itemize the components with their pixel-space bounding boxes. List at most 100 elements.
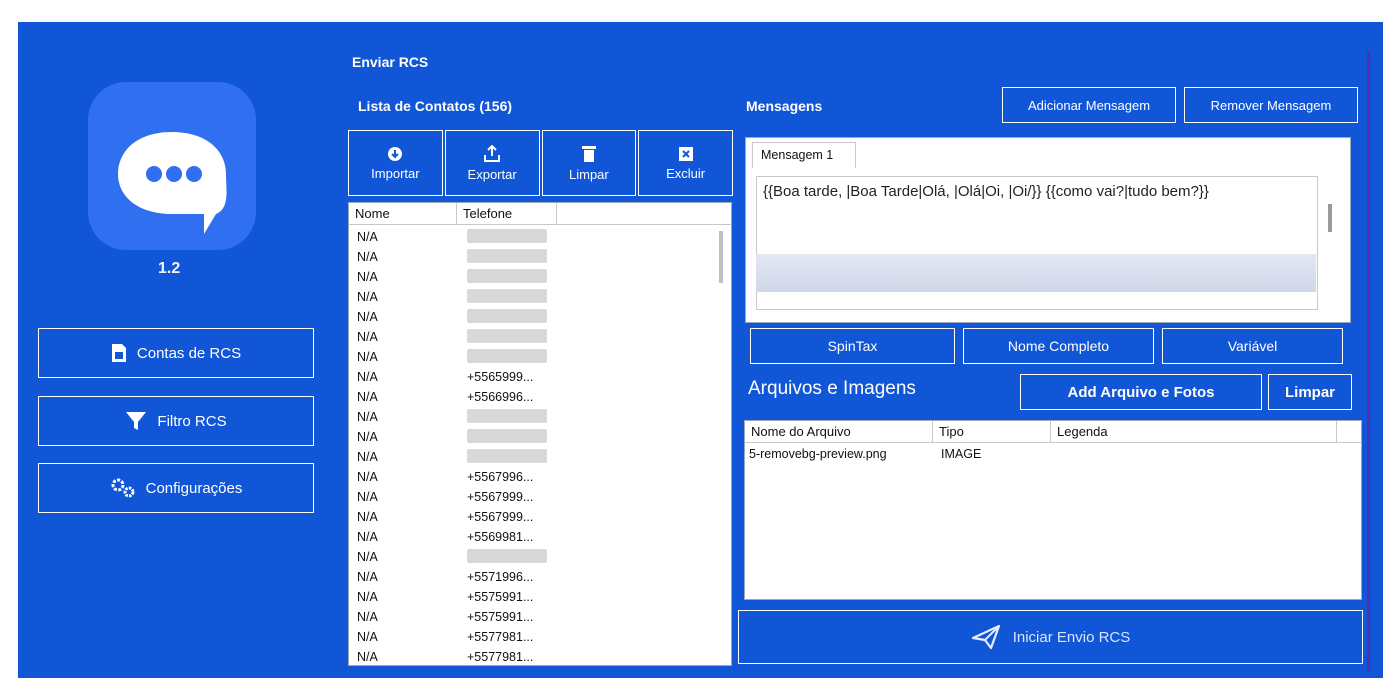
- table-row[interactable]: N/A: [349, 447, 711, 467]
- table-row[interactable]: N/A +5575991...: [349, 607, 711, 627]
- clear-contacts-button[interactable]: Limpar: [541, 130, 637, 196]
- message-selection-highlight: [756, 254, 1316, 292]
- table-row[interactable]: N/A +5569981...: [349, 527, 711, 547]
- contact-phone: +5567999...: [467, 490, 534, 504]
- column-header-telefone[interactable]: Telefone: [457, 203, 557, 224]
- export-button[interactable]: Exportar: [444, 130, 540, 196]
- sidebar-item-configuracoes[interactable]: Configurações: [38, 463, 314, 513]
- contacts-table[interactable]: Nome Telefone N/A N/A N/A N/A N/A N/A N/A N/A +5…: [348, 202, 732, 666]
- chat-bubble-icon: [118, 132, 227, 234]
- add-files-button[interactable]: Add Arquivo e Fotos: [1020, 374, 1262, 410]
- table-row[interactable]: N/A +5577981...: [349, 647, 711, 665]
- table-row[interactable]: N/A: [349, 227, 711, 247]
- app-logo: [88, 82, 256, 250]
- table-row[interactable]: N/A: [349, 327, 711, 347]
- table-row[interactable]: N/A: [349, 287, 711, 307]
- contact-name: N/A: [357, 330, 378, 344]
- table-row[interactable]: N/A +5567999...: [349, 507, 711, 527]
- clear-files-button[interactable]: Limpar: [1268, 374, 1352, 410]
- table-row[interactable]: N/A +5567996...: [349, 467, 711, 487]
- redacted-phone: [467, 408, 547, 423]
- contact-phone: +5575991...: [467, 590, 534, 604]
- contact-phone: +5565999...: [467, 370, 534, 384]
- start-sending-button[interactable]: Iniciar Envio RCS: [738, 610, 1363, 664]
- column-header-tipo[interactable]: Tipo: [933, 421, 1051, 442]
- table-row[interactable]: N/A: [349, 307, 711, 327]
- message-scrollbar[interactable]: [1328, 204, 1332, 232]
- file-name: 5-removebg-preview.png: [749, 447, 887, 461]
- contact-phone: [461, 328, 551, 346]
- table-row[interactable]: N/A +5571996...: [349, 567, 711, 587]
- delete-box-icon: [678, 146, 693, 161]
- table-row[interactable]: N/A +5575991...: [349, 587, 711, 607]
- sidebar-item-label: Filtro RCS: [157, 412, 227, 430]
- add-message-button[interactable]: Adicionar Mensagem: [1002, 87, 1176, 123]
- contact-phone: +5567996...: [467, 470, 534, 484]
- import-button[interactable]: Importar: [348, 130, 443, 196]
- remove-message-button[interactable]: Remover Mensagem: [1184, 87, 1358, 123]
- contact-phone: [461, 448, 551, 466]
- table-row[interactable]: N/A: [349, 347, 711, 367]
- redacted-phone: [467, 268, 547, 283]
- contact-phone: +5569981...: [467, 530, 534, 544]
- column-header-nome-arquivo[interactable]: Nome do Arquivo: [745, 421, 933, 442]
- full-name-button[interactable]: Nome Completo: [963, 328, 1154, 364]
- import-label: Importar: [371, 165, 420, 181]
- sidebar-item-contas-rcs[interactable]: Contas de RCS: [38, 328, 314, 378]
- app-version: 1.2: [158, 260, 181, 277]
- table-row[interactable]: N/A +5567999...: [349, 487, 711, 507]
- contact-phone: +5577981...: [467, 650, 534, 664]
- spintax-button[interactable]: SpinTax: [750, 328, 955, 364]
- redacted-phone: [467, 548, 547, 563]
- trash-icon: [581, 145, 596, 162]
- contact-name: N/A: [357, 410, 378, 424]
- contact-name: N/A: [357, 230, 378, 244]
- column-header-legenda[interactable]: Legenda: [1051, 421, 1337, 442]
- table-row[interactable]: N/A +5565999...: [349, 367, 711, 387]
- contact-phone: [461, 228, 551, 246]
- contact-name: N/A: [357, 610, 378, 624]
- delete-label: Excluir: [666, 165, 706, 181]
- contact-phone: [461, 248, 551, 266]
- contact-phone: +5566996...: [467, 390, 534, 404]
- tab-mensagem-1[interactable]: Mensagem 1: [752, 142, 856, 168]
- column-header-nome[interactable]: Nome: [349, 203, 457, 224]
- files-table-header: Nome do Arquivo Tipo Legenda: [745, 421, 1361, 443]
- contact-name: N/A: [357, 350, 378, 364]
- files-table[interactable]: Nome do Arquivo Tipo Legenda 5-removebg-…: [744, 420, 1362, 600]
- contact-phone: [461, 348, 551, 366]
- table-row[interactable]: N/A: [349, 547, 711, 567]
- filter-icon: [126, 412, 147, 430]
- sidebar-item-filtro-rcs[interactable]: Filtro RCS: [38, 396, 314, 446]
- table-row[interactable]: 5-removebg-preview.png IMAGE: [745, 443, 1361, 465]
- contact-name: N/A: [357, 450, 378, 464]
- contact-phone: [461, 308, 551, 326]
- app-window: 1.2 Contas de RCS Filtro RCS Configuraçõ…: [18, 22, 1383, 678]
- file-type: IMAGE: [941, 447, 982, 461]
- gears-icon: [111, 478, 135, 498]
- start-sending-label: Iniciar Envio RCS: [1012, 628, 1131, 646]
- contacts-rows: N/A N/A N/A N/A N/A N/A N/A N/A +5565999... N/A +5…: [349, 227, 711, 665]
- table-row[interactable]: N/A: [349, 267, 711, 287]
- table-row[interactable]: N/A +5577981...: [349, 627, 711, 647]
- table-row[interactable]: N/A: [349, 407, 711, 427]
- redacted-phone: [467, 248, 547, 263]
- contacts-scrollbar[interactable]: [719, 231, 723, 283]
- delete-contacts-button[interactable]: Excluir: [638, 130, 733, 196]
- redacted-phone: [467, 288, 547, 303]
- sidebar-item-label: Contas de RCS: [136, 344, 242, 362]
- contact-phone: [461, 428, 551, 446]
- contact-phone: [461, 288, 551, 306]
- table-row[interactable]: N/A: [349, 247, 711, 267]
- contact-phone: +5575991...: [467, 610, 534, 624]
- contact-phone: [461, 408, 551, 426]
- table-row[interactable]: N/A: [349, 427, 711, 447]
- variable-button[interactable]: Variável: [1162, 328, 1343, 364]
- table-row[interactable]: N/A +5566996...: [349, 387, 711, 407]
- contact-name: N/A: [357, 370, 378, 384]
- contact-name: N/A: [357, 490, 378, 504]
- contact-phone: [461, 268, 551, 286]
- export-icon: [484, 144, 501, 162]
- contact-name: N/A: [357, 550, 378, 564]
- contact-name: N/A: [357, 510, 378, 524]
